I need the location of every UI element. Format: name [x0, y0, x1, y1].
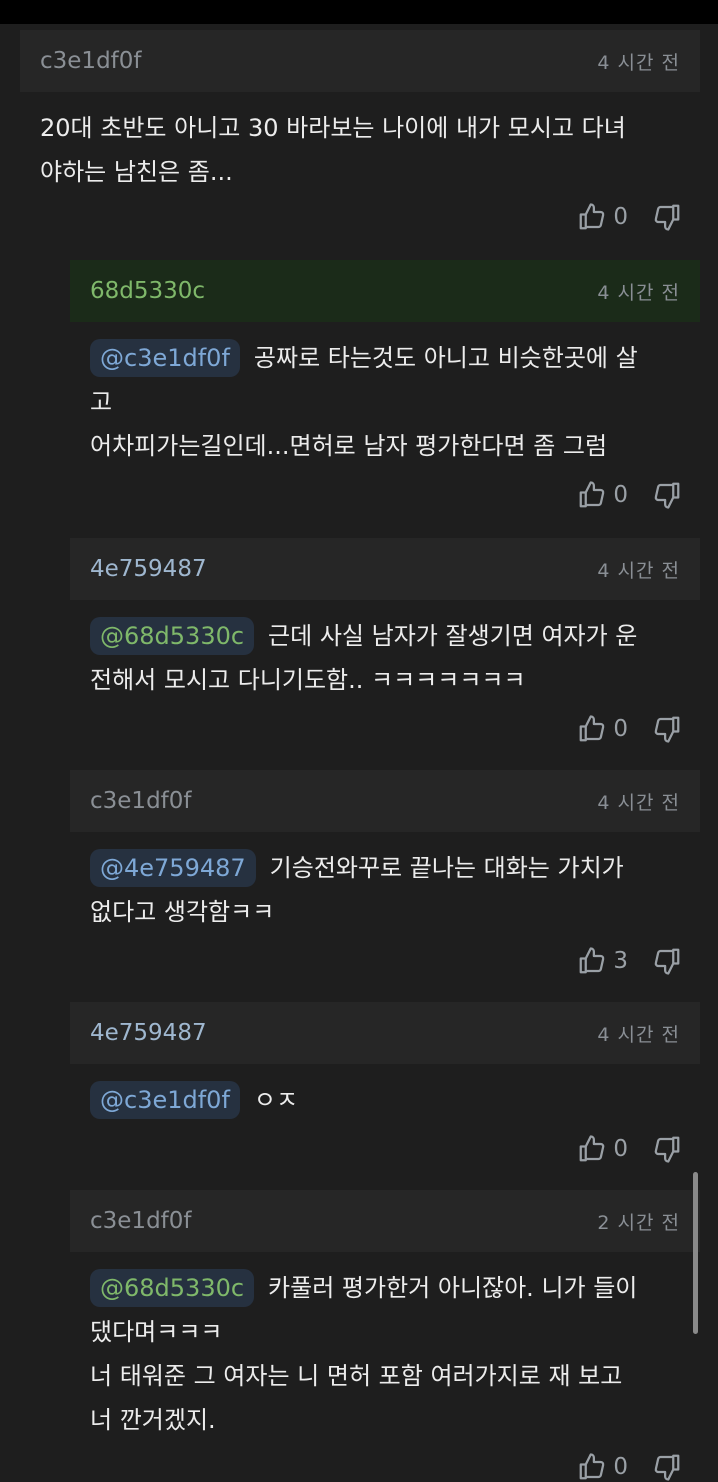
thumbs-up-icon: [579, 481, 605, 508]
comment-body: @c3e1df0f ㅇㅈ: [70, 1064, 700, 1122]
scrollbar[interactable]: [693, 1172, 698, 1334]
dislike-button[interactable]: [652, 480, 682, 510]
comment-time: 4 시간 전: [597, 1023, 680, 1046]
comment-author[interactable]: 68d5330c: [90, 278, 205, 304]
thumbs-up-icon: [579, 947, 605, 974]
like-button[interactable]: 0: [577, 480, 628, 510]
comment-author[interactable]: c3e1df0f: [90, 788, 192, 814]
comment-time: 4 시간 전: [597, 51, 680, 74]
comment-body: @68d5330c 근데 사실 남자가 잘생기면 여자가 운 전해서 모시고 다니…: [70, 600, 700, 702]
like-count: 0: [613, 482, 628, 508]
reply-comment: c3e1df0f 2 시간 전 @68d5330c 카풀러 평가한거 아니잖아. …: [70, 1190, 700, 1481]
comment-text-line: 고: [90, 388, 113, 416]
comment-time: 4 시간 전: [597, 281, 680, 304]
comment-text-line: 20대 초반도 아니고 30 바라보는 나이에 내가 모시고 다녀: [40, 114, 626, 142]
thumbs-up-icon: [579, 1135, 605, 1162]
vote-controls: 3: [577, 946, 682, 976]
comment-body: @4e759487 기승전와꾸로 끝나는 대화는 가치가 없다고 생각함ㅋㅋ: [70, 832, 700, 934]
reply-comment: 68d5330c 4 시간 전 @c3e1df0f 공짜로 타는것도 아니고 비슷…: [70, 260, 700, 535]
like-count: 0: [613, 1136, 628, 1162]
comment-header: c3e1df0f 4 시간 전: [20, 30, 700, 92]
comment-text-line: 너 태워준 그 여자는 니 면허 포함 여러가지로 재 보고: [90, 1362, 623, 1390]
comment-text-line: 너 깐거겠지.: [90, 1406, 216, 1434]
reply-comment: 4e759487 4 시간 전 @68d5330c 근데 사실 남자가 잘생기면 …: [70, 538, 700, 768]
dislike-button[interactable]: [652, 714, 682, 744]
dislike-button[interactable]: [652, 1134, 682, 1164]
comment-body: 20대 초반도 아니고 30 바라보는 나이에 내가 모시고 다녀 야하는 남친…: [20, 92, 700, 194]
status-bar: [0, 0, 718, 24]
dislike-button[interactable]: [652, 946, 682, 976]
comment-header: c3e1df0f 4 시간 전: [70, 770, 700, 832]
comment-header: 4e759487 4 시간 전: [70, 538, 700, 600]
thumbs-up-icon: [579, 1453, 605, 1480]
dislike-button[interactable]: [652, 1452, 682, 1482]
comment-text-line: 없다고 생각함ㅋㅋ: [90, 898, 275, 926]
comment-body: @c3e1df0f 공짜로 타는것도 아니고 비슷한곳에 살 고 어차피가는길인데…: [70, 322, 700, 468]
like-button[interactable]: 0: [577, 1452, 628, 1482]
mention-tag[interactable]: @68d5330c: [90, 617, 255, 655]
comment-author[interactable]: 4e759487: [90, 1020, 207, 1046]
vote-controls: 0: [577, 1452, 682, 1482]
mention-tag[interactable]: @c3e1df0f: [90, 1081, 240, 1119]
comment-text-line: 야하는 남친은 좀...: [40, 158, 233, 186]
thumbs-down-icon: [654, 716, 680, 743]
vote-controls: 0: [577, 202, 682, 232]
comment-time: 4 시간 전: [597, 559, 680, 582]
like-count: 3: [613, 948, 628, 974]
thumbs-down-icon: [654, 948, 680, 975]
mention-tag[interactable]: @c3e1df0f: [90, 339, 240, 377]
reply-comment: 4e759487 4 시간 전 @c3e1df0f ㅇㅈ 0: [70, 1002, 700, 1188]
mention-tag[interactable]: @68d5330c: [90, 1269, 255, 1307]
comment-time: 4 시간 전: [597, 791, 680, 814]
thumbs-down-icon: [654, 1454, 680, 1481]
like-button[interactable]: 0: [577, 1134, 628, 1164]
vote-controls: 0: [577, 1134, 682, 1164]
like-button[interactable]: 0: [577, 202, 628, 232]
comment-text-line: 기승전와꾸로 끝나는 대화는 가치가: [269, 854, 624, 882]
comment-text-line: 공짜로 타는것도 아니고 비슷한곳에 살: [253, 344, 638, 372]
reply-comment: c3e1df0f 4 시간 전 @4e759487 기승전와꾸로 끝나는 대화는 …: [70, 770, 700, 1000]
vote-controls: 0: [577, 714, 682, 744]
like-count: 0: [613, 716, 628, 742]
thumbs-down-icon: [654, 204, 680, 231]
comment-header: 68d5330c 4 시간 전: [70, 260, 700, 322]
comment-text-line: 근데 사실 남자가 잘생기면 여자가 운: [268, 622, 638, 650]
comment-author[interactable]: c3e1df0f: [40, 48, 142, 74]
comment-header: 4e759487 4 시간 전: [70, 1002, 700, 1064]
like-count: 0: [613, 204, 628, 230]
vote-controls: 0: [577, 480, 682, 510]
comment-author[interactable]: c3e1df0f: [90, 1208, 192, 1234]
comment-time: 2 시간 전: [597, 1211, 680, 1234]
dislike-button[interactable]: [652, 202, 682, 232]
comment-text-line: 댔다며ㅋㅋㅋ: [90, 1318, 223, 1346]
comment-body: @68d5330c 카풀러 평가한거 아니잖아. 니가 들이 댔다며ㅋㅋㅋ 너 태…: [70, 1252, 700, 1442]
comment-author[interactable]: 4e759487: [90, 556, 207, 582]
thumbs-down-icon: [654, 482, 680, 509]
comment-header: c3e1df0f 2 시간 전: [70, 1190, 700, 1252]
comment-text-line: 카풀러 평가한거 아니잖아. 니가 들이: [268, 1274, 638, 1302]
like-count: 0: [613, 1454, 628, 1480]
mention-tag[interactable]: @4e759487: [90, 849, 256, 887]
comment: c3e1df0f 4 시간 전 20대 초반도 아니고 30 바라보는 나이에 …: [20, 30, 700, 260]
like-button[interactable]: 0: [577, 714, 628, 744]
thumbs-down-icon: [654, 1136, 680, 1163]
thumbs-up-icon: [579, 715, 605, 742]
like-button[interactable]: 3: [577, 946, 628, 976]
thumbs-up-icon: [579, 203, 605, 230]
comment-text-line: 전해서 모시고 다니기도함.. ㅋㅋㅋㅋㅋㅋㅋ: [90, 666, 526, 694]
comment-text-line: 어차피가는길인데...면허로 남자 평가한다면 좀 그럼: [90, 432, 608, 460]
comment-text-line: ㅇㅈ: [253, 1086, 299, 1114]
